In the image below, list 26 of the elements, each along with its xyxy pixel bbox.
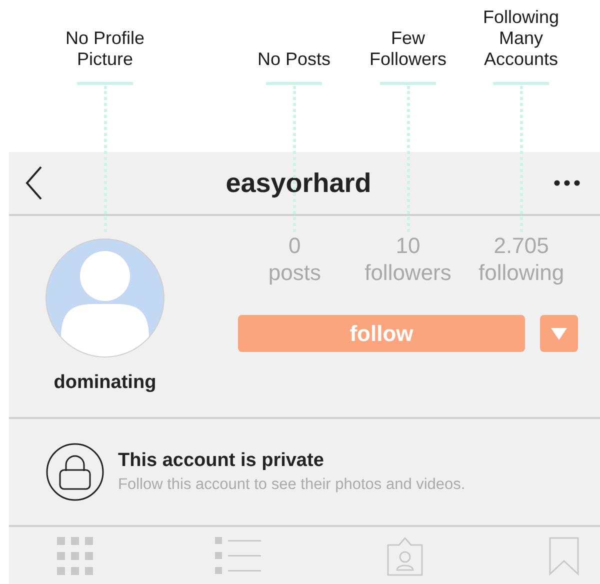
profile-tab[interactable] bbox=[57, 536, 93, 574]
stat-count: 0 bbox=[288, 232, 301, 259]
private-title: This account is private bbox=[118, 450, 325, 472]
stat-label: following bbox=[478, 259, 564, 286]
list-icon bbox=[215, 536, 262, 574]
username-title: easyorhard bbox=[226, 168, 372, 198]
annotation-label: Few Followers bbox=[368, 28, 448, 70]
follow-button[interactable]: follow bbox=[238, 315, 525, 352]
grid-icon bbox=[57, 536, 93, 574]
profile-tab[interactable] bbox=[548, 536, 580, 576]
back-icon[interactable] bbox=[25, 166, 43, 200]
caret-icon bbox=[551, 328, 567, 340]
profile-tab[interactable] bbox=[215, 536, 262, 574]
annotation-label: No Posts bbox=[256, 49, 332, 70]
display-name: dominating bbox=[54, 372, 156, 394]
stat-count: 10 bbox=[396, 232, 420, 259]
bookmark-icon bbox=[548, 536, 580, 576]
dropdown-button[interactable] bbox=[540, 315, 578, 352]
private-subtitle: Follow this account to see their photos and videos. bbox=[118, 476, 466, 494]
lock-icon bbox=[46, 443, 104, 501]
stat-label: followers bbox=[364, 259, 452, 286]
stat-count: 2.705 bbox=[494, 232, 549, 259]
more-icon[interactable] bbox=[554, 180, 580, 186]
annotation-label: No Profile Picture bbox=[64, 28, 146, 70]
annotation-label: Following Many Accounts bbox=[482, 7, 560, 70]
stat-label: posts bbox=[268, 259, 321, 286]
